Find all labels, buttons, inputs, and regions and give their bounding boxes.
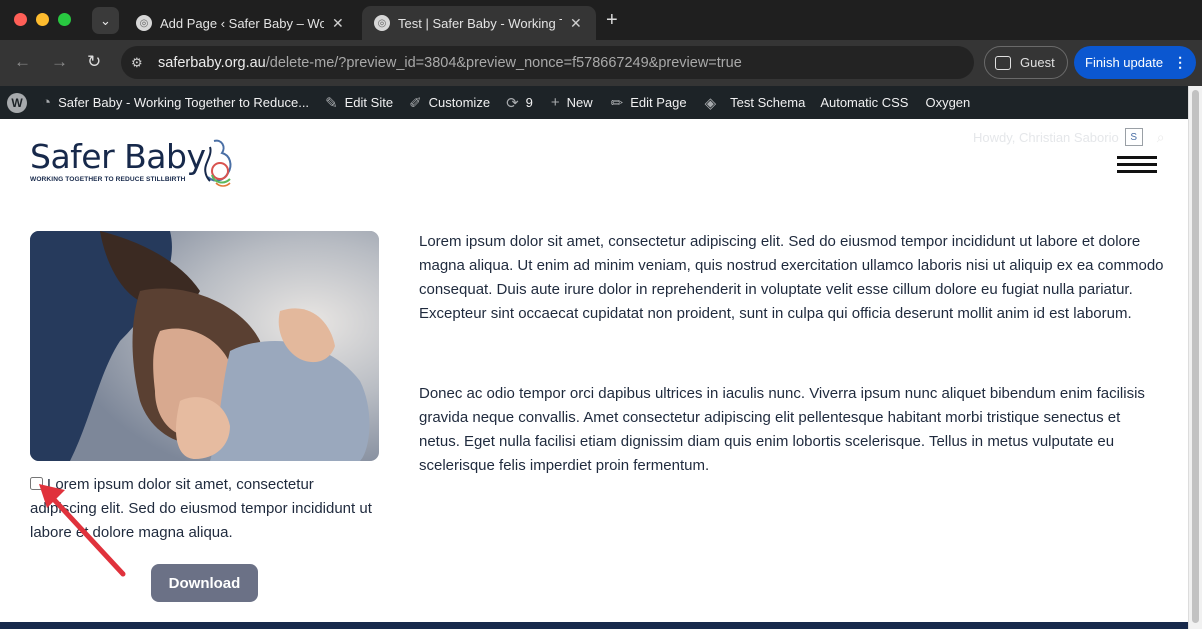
- customize-label: Customize: [428, 95, 491, 110]
- back-arrow-icon[interactable]: ←: [14, 52, 31, 72]
- dashboard-icon: ◔: [42, 94, 52, 111]
- pencil-icon: ✏: [610, 94, 624, 112]
- hamburger-line: [1117, 163, 1157, 166]
- schema-diamond-icon: ◈: [704, 94, 717, 112]
- body-paragraph-2: Donec ac odio tempor orci dapibus ultric…: [419, 385, 1145, 474]
- edit-page-label: Edit Page: [630, 95, 687, 110]
- howdy-user-menu[interactable]: Howdy, Christian Saborio S ⌕: [973, 128, 1165, 146]
- wp-logo-menu[interactable]: W: [0, 86, 42, 119]
- hamburger-line: [1117, 156, 1157, 159]
- profile-label: Guest: [1020, 55, 1055, 70]
- chevron-down-icon: ⌄: [100, 12, 111, 28]
- admin-bar-customize[interactable]: ✐ Customize: [409, 86, 490, 119]
- paintbrush-icon: ✐: [409, 94, 422, 112]
- wp-admin-bar: W ◔ Safer Baby - Working Together to Red…: [0, 86, 1188, 119]
- hero-photo-couple-embrace: [30, 231, 379, 461]
- admin-bar-site-name[interactable]: ◔ Safer Baby - Working Together to Reduc…: [42, 86, 309, 119]
- admin-bar-oxygen[interactable]: Oxygen: [925, 86, 970, 119]
- address-bar[interactable]: ⚙ saferbaby.org.au/delete-me/?preview_id…: [121, 46, 974, 79]
- tab-add-page[interactable]: ◎ Add Page ‹ Safer Baby – Working Togeth…: [124, 6, 358, 40]
- tab-test-preview[interactable]: ◎ Test | Safer Baby - Working Together t…: [362, 6, 596, 40]
- search-icon[interactable]: ⌕: [1157, 129, 1165, 146]
- logo-mother-baby-icon: [204, 139, 232, 187]
- site-logo[interactable]: Safer Baby WORKING TOGETHER TO REDUCE ST…: [30, 137, 232, 187]
- automatic-css-label: Automatic CSS: [820, 95, 909, 110]
- minimize-window-button[interactable]: [36, 13, 49, 26]
- admin-bar-test-schema[interactable]: Test Schema: [730, 86, 805, 119]
- finish-update-label: Finish update: [1085, 55, 1164, 70]
- oxygen-label: Oxygen: [925, 95, 971, 110]
- photo-illustration: [30, 231, 379, 461]
- url-path: /delete-me/?preview_id=3804&preview_nonc…: [265, 54, 742, 71]
- brush-icon: ✎: [325, 94, 338, 112]
- admin-bar-schema-icon[interactable]: ◈: [705, 86, 717, 119]
- hamburger-line: [1117, 170, 1157, 173]
- page-content: Howdy, Christian Saborio S ⌕ Safer Baby …: [0, 119, 1188, 629]
- tab-title: Add Page ‹ Safer Baby – Working Together…: [160, 15, 324, 31]
- edit-site-label: Edit Site: [344, 95, 394, 110]
- page-scrollbar[interactable]: [1188, 86, 1202, 629]
- tab-title: Test | Safer Baby - Working Together to …: [398, 15, 562, 31]
- url-host: saferbaby.org.au: [158, 54, 266, 71]
- close-icon[interactable]: ✕: [570, 15, 582, 32]
- body-paragraph-1: Lorem ipsum dolor sit amet, consectetur …: [419, 233, 1164, 322]
- test-schema-label: Test Schema: [730, 95, 806, 110]
- new-tab-button[interactable]: +: [606, 9, 618, 31]
- browser-tab-strip: ⌄ ◎ Add Page ‹ Safer Baby – Working Toge…: [0, 0, 1202, 40]
- favicon-icon: ◎: [136, 15, 152, 31]
- updates-count: 9: [525, 95, 533, 110]
- profile-icon: [995, 55, 1011, 70]
- tab-search-button[interactable]: ⌄: [92, 7, 119, 34]
- site-settings-icon[interactable]: ⚙: [131, 55, 151, 71]
- profile-button[interactable]: Guest: [984, 46, 1068, 79]
- reload-icon[interactable]: ↻: [87, 52, 101, 72]
- more-vert-icon: ⋮: [1173, 54, 1188, 70]
- hamburger-menu-icon[interactable]: [1117, 156, 1157, 177]
- url-text: saferbaby.org.au/delete-me/?preview_id=3…: [158, 55, 742, 71]
- admin-bar-automatic-css[interactable]: Automatic CSS: [820, 86, 908, 119]
- avatar: S: [1124, 128, 1143, 146]
- browser-toolbar: ← → ↻ ⚙ saferbaby.org.au/delete-me/?prev…: [0, 40, 1202, 86]
- maximize-window-button[interactable]: [58, 13, 71, 26]
- download-button[interactable]: Download: [151, 564, 258, 602]
- admin-bar-edit-page[interactable]: ✏ Edit Page: [611, 86, 687, 119]
- close-icon[interactable]: ✕: [332, 15, 344, 32]
- new-label: New: [566, 95, 593, 110]
- updates-icon: ⟳: [506, 94, 519, 112]
- close-window-button[interactable]: [14, 13, 27, 26]
- scrollbar-thumb[interactable]: [1192, 90, 1199, 623]
- annotation-arrow: [39, 484, 126, 577]
- howdy-label: Howdy, Christian Saborio: [973, 129, 1119, 145]
- wordpress-logo-icon: W: [7, 92, 27, 113]
- site-name-label: Safer Baby - Working Together to Reduce.…: [58, 95, 310, 110]
- logo-tagline: WORKING TOGETHER TO REDUCE STILLBIRTH: [30, 176, 186, 183]
- admin-bar-new[interactable]: + New: [551, 86, 593, 119]
- footer-strip: [0, 622, 1188, 629]
- admin-bar-updates[interactable]: ⟳ 9: [506, 86, 533, 119]
- admin-bar-edit-site[interactable]: ✎ Edit Site: [325, 86, 393, 119]
- finish-update-button[interactable]: Finish update ⋮: [1074, 46, 1196, 79]
- favicon-icon: ◎: [374, 15, 390, 31]
- logo-text: Safer Baby: [30, 137, 206, 176]
- plus-icon: +: [550, 94, 560, 111]
- forward-arrow-icon[interactable]: →: [51, 52, 68, 72]
